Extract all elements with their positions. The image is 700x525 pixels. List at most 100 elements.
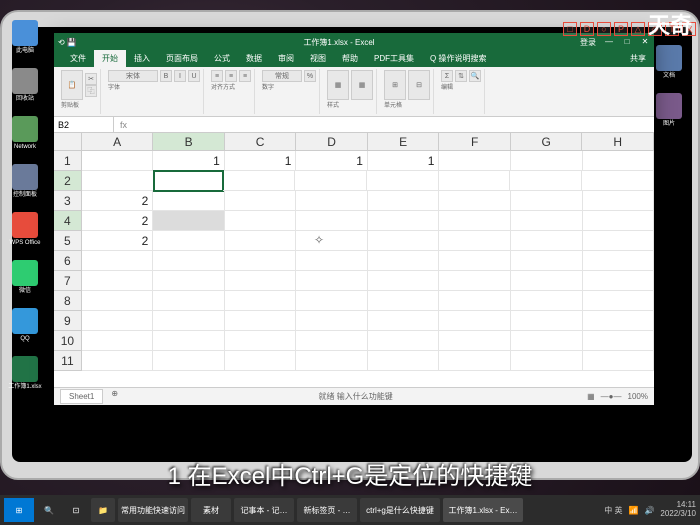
row-header[interactable]: 1 (54, 151, 82, 171)
cell-h1[interactable] (583, 151, 654, 171)
taskbar-app[interactable]: 记事本 - 记… (234, 498, 294, 522)
minimize-button[interactable]: — (604, 37, 614, 48)
ann-p[interactable]: P (614, 22, 628, 36)
cell-b1[interactable]: 1 (153, 151, 225, 171)
cell-f4[interactable] (439, 211, 511, 231)
taskbar-app-excel[interactable]: 工作簿1.xlsx - Ex… (443, 498, 523, 522)
cell-f11[interactable] (439, 351, 511, 371)
cell-a11[interactable] (82, 351, 154, 371)
tab-insert[interactable]: 插入 (126, 50, 158, 67)
col-header-a[interactable]: A (82, 133, 154, 151)
cell-styles[interactable]: ▦ (351, 70, 373, 100)
cell-b4[interactable] (153, 211, 225, 231)
cell-f6[interactable] (439, 251, 511, 271)
col-header-g[interactable]: G (511, 133, 583, 151)
align-right[interactable]: ≡ (239, 70, 251, 82)
cell-d9[interactable] (296, 311, 368, 331)
cut-button[interactable]: ✂ (85, 73, 97, 85)
cell-e5[interactable] (368, 231, 440, 251)
zoom-slider[interactable]: —●— (601, 392, 622, 401)
cell-g8[interactable] (511, 291, 583, 311)
maximize-button[interactable]: □ (622, 37, 632, 48)
cell-c3[interactable] (225, 191, 297, 211)
cell-c1[interactable]: 1 (225, 151, 297, 171)
cell-a3[interactable]: 2 (82, 191, 154, 211)
cell-d8[interactable] (296, 291, 368, 311)
cell-b8[interactable] (153, 291, 225, 311)
cell-h5[interactable] (583, 231, 654, 251)
align-center[interactable]: ≡ (225, 70, 237, 82)
cell-e6[interactable] (368, 251, 440, 271)
cell-d10[interactable] (296, 331, 368, 351)
cell-g1[interactable] (511, 151, 583, 171)
ann-d[interactable]: D (580, 22, 594, 36)
cell-h3[interactable] (583, 191, 654, 211)
cell-d11[interactable] (296, 351, 368, 371)
cell-e11[interactable] (368, 351, 440, 371)
cell-e10[interactable] (368, 331, 440, 351)
taskbar-app[interactable]: 新标签页 - … (297, 498, 357, 522)
desktop-icon[interactable]: 控制面板 (6, 164, 44, 206)
desktop-icon[interactable]: 文档 (650, 45, 688, 87)
cell-b11[interactable] (153, 351, 225, 371)
row-header[interactable]: 9 (54, 311, 82, 331)
cell-h6[interactable] (583, 251, 654, 271)
italic-button[interactable]: I (174, 70, 186, 82)
tab-layout[interactable]: 页面布局 (158, 50, 206, 67)
desktop-icon[interactable]: 此电脑 (6, 20, 44, 62)
cell-f8[interactable] (439, 291, 511, 311)
cell-c10[interactable] (225, 331, 297, 351)
tray-sound-icon[interactable]: 🔊 (644, 506, 654, 515)
sort-filter[interactable]: ⇅ (455, 70, 467, 82)
cell-c6[interactable] (225, 251, 297, 271)
cell-c8[interactable] (225, 291, 297, 311)
zoom-level[interactable]: 100% (628, 392, 648, 401)
cell-b5[interactable] (153, 231, 225, 251)
cell-c2[interactable] (223, 171, 295, 191)
desktop-icon[interactable]: 图片 (650, 93, 688, 135)
tab-help[interactable]: 帮助 (334, 50, 366, 67)
row-header[interactable]: 8 (54, 291, 82, 311)
share-button[interactable]: 共享 (622, 50, 654, 67)
tray-date[interactable]: 2022/3/10 (660, 510, 696, 519)
cell-h11[interactable] (583, 351, 654, 371)
cell-h9[interactable] (583, 311, 654, 331)
cell-h2[interactable] (582, 171, 654, 191)
desktop-icon[interactable]: 回收站 (6, 68, 44, 110)
cell-c7[interactable] (225, 271, 297, 291)
tab-formula[interactable]: 公式 (206, 50, 238, 67)
desktop-icon[interactable]: QQ (6, 308, 44, 350)
desktop-icon[interactable]: Network (6, 116, 44, 158)
cell-a1[interactable] (82, 151, 154, 171)
cell-g7[interactable] (511, 271, 583, 291)
bold-button[interactable]: B (160, 70, 172, 82)
cell-a10[interactable] (82, 331, 154, 351)
cell-f10[interactable] (439, 331, 511, 351)
cell-g5[interactable] (511, 231, 583, 251)
col-header-b[interactable]: B (153, 133, 225, 151)
number-format[interactable]: 常规 (262, 70, 302, 82)
name-box[interactable]: B2 (54, 117, 114, 132)
desktop-icon[interactable]: 工作簿1.xlsx (6, 356, 44, 398)
col-header-c[interactable]: C (225, 133, 297, 151)
cell-h10[interactable] (583, 331, 654, 351)
spreadsheet-grid[interactable]: A B C D E F G H 11111232425267891011 ✧ (54, 133, 654, 387)
task-view-button[interactable]: ⊡ (64, 498, 88, 522)
quick-access[interactable]: ⟲ 💾 (58, 38, 98, 47)
start-button[interactable]: ⊞ (4, 498, 34, 522)
delete-cell[interactable]: ⊟ (408, 70, 430, 100)
tab-tellme[interactable]: Q 操作说明搜索 (422, 50, 494, 67)
cell-f1[interactable] (439, 151, 511, 171)
select-all-corner[interactable] (54, 133, 82, 151)
cell-d4[interactable] (296, 211, 368, 231)
fx-icon[interactable]: fx (114, 120, 133, 130)
sheet-tab[interactable]: Sheet1 (60, 389, 103, 404)
taskbar-app[interactable]: ctrl+g是什么快捷键 (360, 498, 440, 522)
taskbar-app[interactable]: 常用功能快速访问 (118, 498, 188, 522)
cell-a9[interactable] (82, 311, 154, 331)
cell-b6[interactable] (153, 251, 225, 271)
cell-f9[interactable] (439, 311, 511, 331)
cell-e8[interactable] (368, 291, 440, 311)
desktop-icon[interactable]: 微信 (6, 260, 44, 302)
tab-view[interactable]: 视图 (302, 50, 334, 67)
